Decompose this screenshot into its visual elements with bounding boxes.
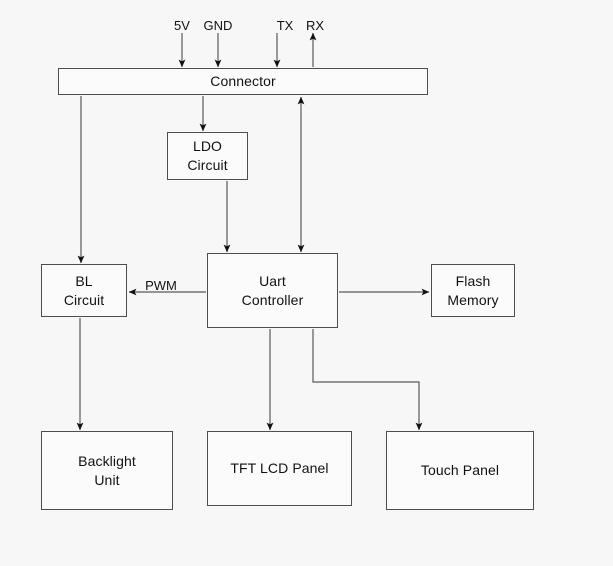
block-uart-controller[interactable]: Uart Controller xyxy=(207,253,338,328)
block-connector-label: Connector xyxy=(210,73,276,89)
block-backlight-unit-label: Backlight Unit xyxy=(78,452,136,488)
block-uart-controller-label: Uart Controller xyxy=(241,272,304,308)
block-ldo-circuit[interactable]: LDO Circuit xyxy=(167,132,248,180)
block-bl-circuit-label: BL Circuit xyxy=(63,272,105,308)
wire-label-pwm: PWM xyxy=(145,278,177,293)
block-touch-panel[interactable]: Touch Panel xyxy=(386,431,534,510)
pin-label-rx: RX xyxy=(305,18,325,33)
block-tft-lcd-panel-label: TFT LCD Panel xyxy=(230,460,329,476)
block-ldo-circuit-label: LDO Circuit xyxy=(187,138,228,173)
pin-label-5v: 5V xyxy=(174,18,190,33)
wire-uart-to-touch xyxy=(312,329,423,431)
pin-label-gnd: GND xyxy=(203,18,233,33)
block-flash-memory-label: Flash Memory xyxy=(447,272,499,308)
block-bl-circuit[interactable]: BL Circuit xyxy=(41,264,127,317)
block-touch-panel-label: Touch Panel xyxy=(420,462,500,478)
block-diagram-canvas: 5V GND TX RX PWM Connector LDO Circuit B… xyxy=(0,0,613,566)
block-tft-lcd-panel[interactable]: TFT LCD Panel xyxy=(207,431,352,506)
block-flash-memory[interactable]: Flash Memory xyxy=(431,264,515,317)
pin-label-tx: TX xyxy=(276,18,294,33)
block-connector[interactable]: Connector xyxy=(58,68,428,95)
block-backlight-unit[interactable]: Backlight Unit xyxy=(41,431,173,510)
